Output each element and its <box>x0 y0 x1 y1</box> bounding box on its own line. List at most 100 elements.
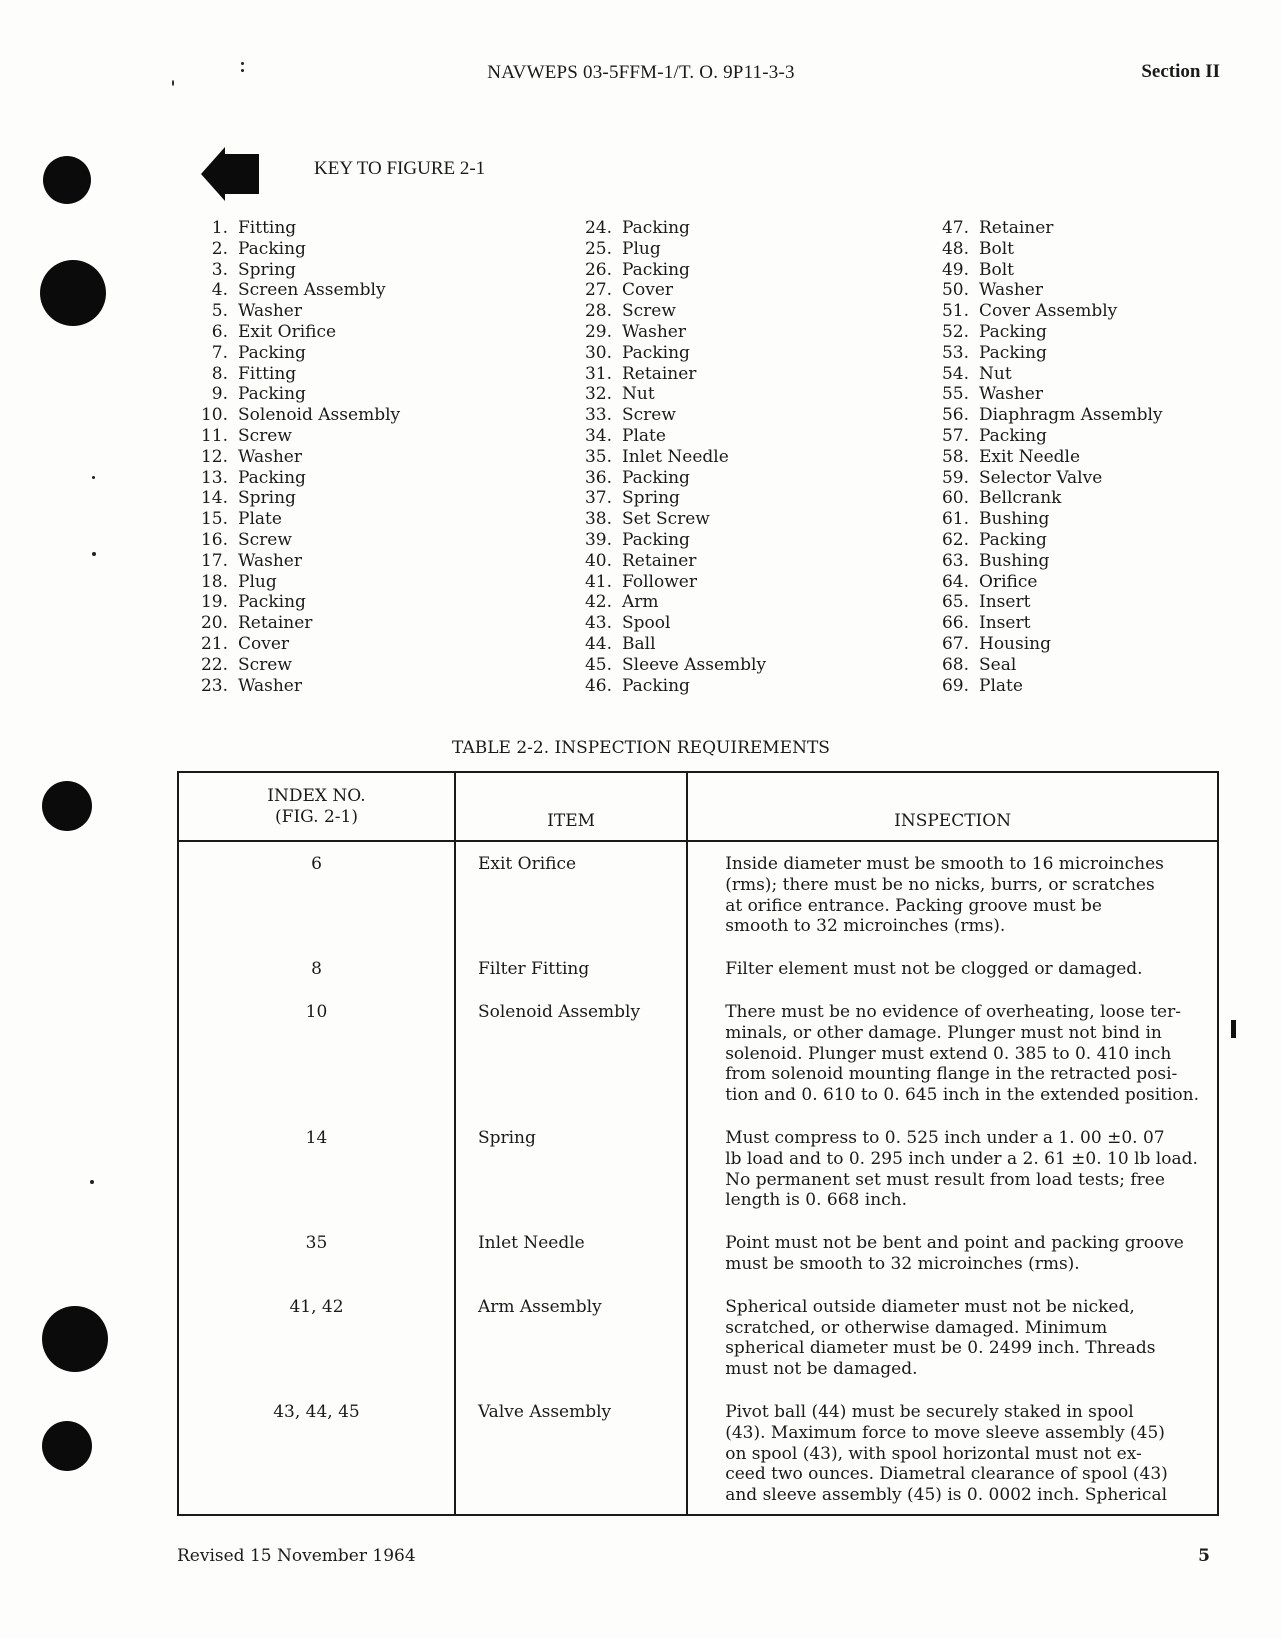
cell-inspection: Pivot ball (44) must be securely staked … <box>686 1385 1218 1515</box>
key-item: 16. Screw <box>188 530 400 551</box>
key-item-label: Packing <box>238 467 306 488</box>
key-item-label: Screw <box>238 654 292 675</box>
key-item-label: Packing <box>979 529 1047 550</box>
inspection-line: on spool (43), with spool horizontal mus… <box>725 1443 1142 1464</box>
key-item: 32. Nut <box>572 384 766 405</box>
key-item-number: 47. <box>941 218 969 238</box>
key-item-label: Nut <box>622 384 655 405</box>
key-item: 11. Screw <box>188 426 400 447</box>
key-item: 36. Packing <box>572 468 766 489</box>
inspection-line: Spherical outside diameter must not be n… <box>725 1296 1135 1317</box>
scan-speck <box>92 476 95 479</box>
inspection-line: smooth to 32 microinches (rms). <box>725 916 1006 937</box>
key-item-label: Plug <box>238 571 277 592</box>
cell-index: 43, 44, 45 <box>177 1385 455 1515</box>
key-item-number: 10. <box>200 405 228 426</box>
key-item-label: Washer <box>238 550 302 571</box>
key-item-label: Bolt <box>979 259 1014 280</box>
cell-inspection: Filter element must not be clogged or da… <box>686 943 1218 986</box>
key-item: 50. Washer <box>929 280 1163 301</box>
cell-inspection: There must be no evidence of overheating… <box>686 985 1218 1112</box>
key-item-label: Cover <box>622 280 674 301</box>
key-item-number: 12. <box>200 446 228 467</box>
key-item: 18. Plug <box>188 572 400 593</box>
cell-item: Inlet Needle <box>453 1217 688 1281</box>
table-row: 35 Inlet Needle Point must not be bent and… <box>177 1217 1218 1281</box>
key-item-number: 13. <box>200 467 228 488</box>
key-item-label: Washer <box>979 280 1043 301</box>
key-item-number: 52. <box>941 321 969 342</box>
key-item-number: 31. <box>584 363 612 384</box>
key-item-number: 51. <box>941 301 969 322</box>
inspection-line: tion and 0. 610 to 0. 645 inch in the ex… <box>725 1085 1199 1106</box>
key-item: 14. Spring <box>188 488 400 509</box>
table-row: 10 Solenoid Assembly There must be no evid… <box>177 985 1218 1112</box>
key-item-label: Packing <box>622 218 690 238</box>
key-item: 5. Washer <box>188 301 400 322</box>
key-item-label: Spring <box>238 259 296 280</box>
key-item-label: Selector Valve <box>979 467 1103 488</box>
key-item: 51. Cover Assembly <box>929 301 1163 322</box>
key-item: 61. Bushing <box>929 509 1163 530</box>
key-item: 40. Retainer <box>572 551 766 572</box>
key-item: 10. Solenoid Assembly <box>188 405 400 426</box>
key-item-label: Bellcrank <box>979 488 1062 509</box>
key-item-number: 59. <box>941 467 969 488</box>
key-item: 19. Packing <box>188 592 400 613</box>
key-item-number: 62. <box>941 529 969 550</box>
key-item-label: Fitting <box>238 218 297 238</box>
key-item-label: Bushing <box>979 509 1050 530</box>
inspection-table: INDEX NO. (FIG. 2-1) ITEM INSPECTION 6 Ex… <box>177 771 1219 1516</box>
inspection-line: minals, or other damage. Plunger must no… <box>725 1022 1162 1043</box>
key-item-label: Housing <box>979 633 1052 654</box>
cell-item: Filter Fitting <box>453 943 688 986</box>
key-item-number: 60. <box>941 488 969 509</box>
key-item-number: 46. <box>584 675 612 696</box>
key-item: 48. Bolt <box>929 239 1163 260</box>
inspection-line: from solenoid mounting flange in the ret… <box>725 1064 1178 1085</box>
key-item: 4. Screen Assembly <box>188 280 400 301</box>
key-item-label: Washer <box>622 321 686 342</box>
key-item-label: Solenoid Assembly <box>238 405 401 426</box>
key-item: 64. Orifice <box>929 572 1163 593</box>
key-title: KEY TO FIGURE 2-1 <box>314 158 486 179</box>
key-item-number: 53. <box>941 342 969 363</box>
key-item-number: 23. <box>200 675 228 696</box>
key-item: 2. Packing <box>188 239 400 260</box>
key-item-label: Packing <box>979 342 1047 363</box>
key-item-number: 26. <box>584 259 612 280</box>
key-item-number: 33. <box>584 405 612 426</box>
key-item: 60. Bellcrank <box>929 488 1163 509</box>
key-item-label: Bolt <box>979 238 1014 259</box>
key-item: 13. Packing <box>188 468 400 489</box>
key-item-label: Washer <box>979 384 1043 405</box>
key-column-2: 24. Packing 25. Plug 26. Packing 27. Cover 28. Sc… <box>572 218 766 696</box>
key-item-label: Packing <box>622 529 690 550</box>
key-item-number: 40. <box>584 550 612 571</box>
inspection-line: Must compress to 0. 525 inch under a 1. … <box>725 1127 1165 1148</box>
key-item-label: Fitting <box>238 363 297 384</box>
revision-date: Revised 15 November 1964 <box>177 1546 416 1566</box>
key-item: 21. Cover <box>188 634 400 655</box>
key-item-label: Screw <box>622 405 676 426</box>
key-item-label: Packing <box>622 467 690 488</box>
key-item-number: 5. <box>211 301 228 322</box>
key-column-1: 1. Fitting 2. Packing 3. Spring 4. Screen Assem… <box>188 218 400 696</box>
key-item-label: Spool <box>622 613 671 634</box>
key-item: 30. Packing <box>572 343 766 364</box>
change-bar <box>1231 1020 1236 1038</box>
key-item-number: 50. <box>941 280 969 301</box>
key-item-number: 36. <box>584 467 612 488</box>
key-item-number: 38. <box>584 509 612 530</box>
key-item-label: Washer <box>238 301 302 322</box>
key-item: 17. Washer <box>188 551 400 572</box>
key-item-number: 49. <box>941 259 969 280</box>
page-number: 5 <box>1198 1546 1210 1566</box>
key-item: 47. Retainer <box>929 218 1163 239</box>
inspection-line: There must be no evidence of overheating… <box>725 1001 1181 1022</box>
key-item: 25. Plug <box>572 239 766 260</box>
key-item: 20. Retainer <box>188 613 400 634</box>
table-title: TABLE 2-2. INSPECTION REQUIREMENTS <box>452 738 830 758</box>
key-item-label: Screw <box>238 425 292 446</box>
key-item-label: Spring <box>622 488 680 509</box>
